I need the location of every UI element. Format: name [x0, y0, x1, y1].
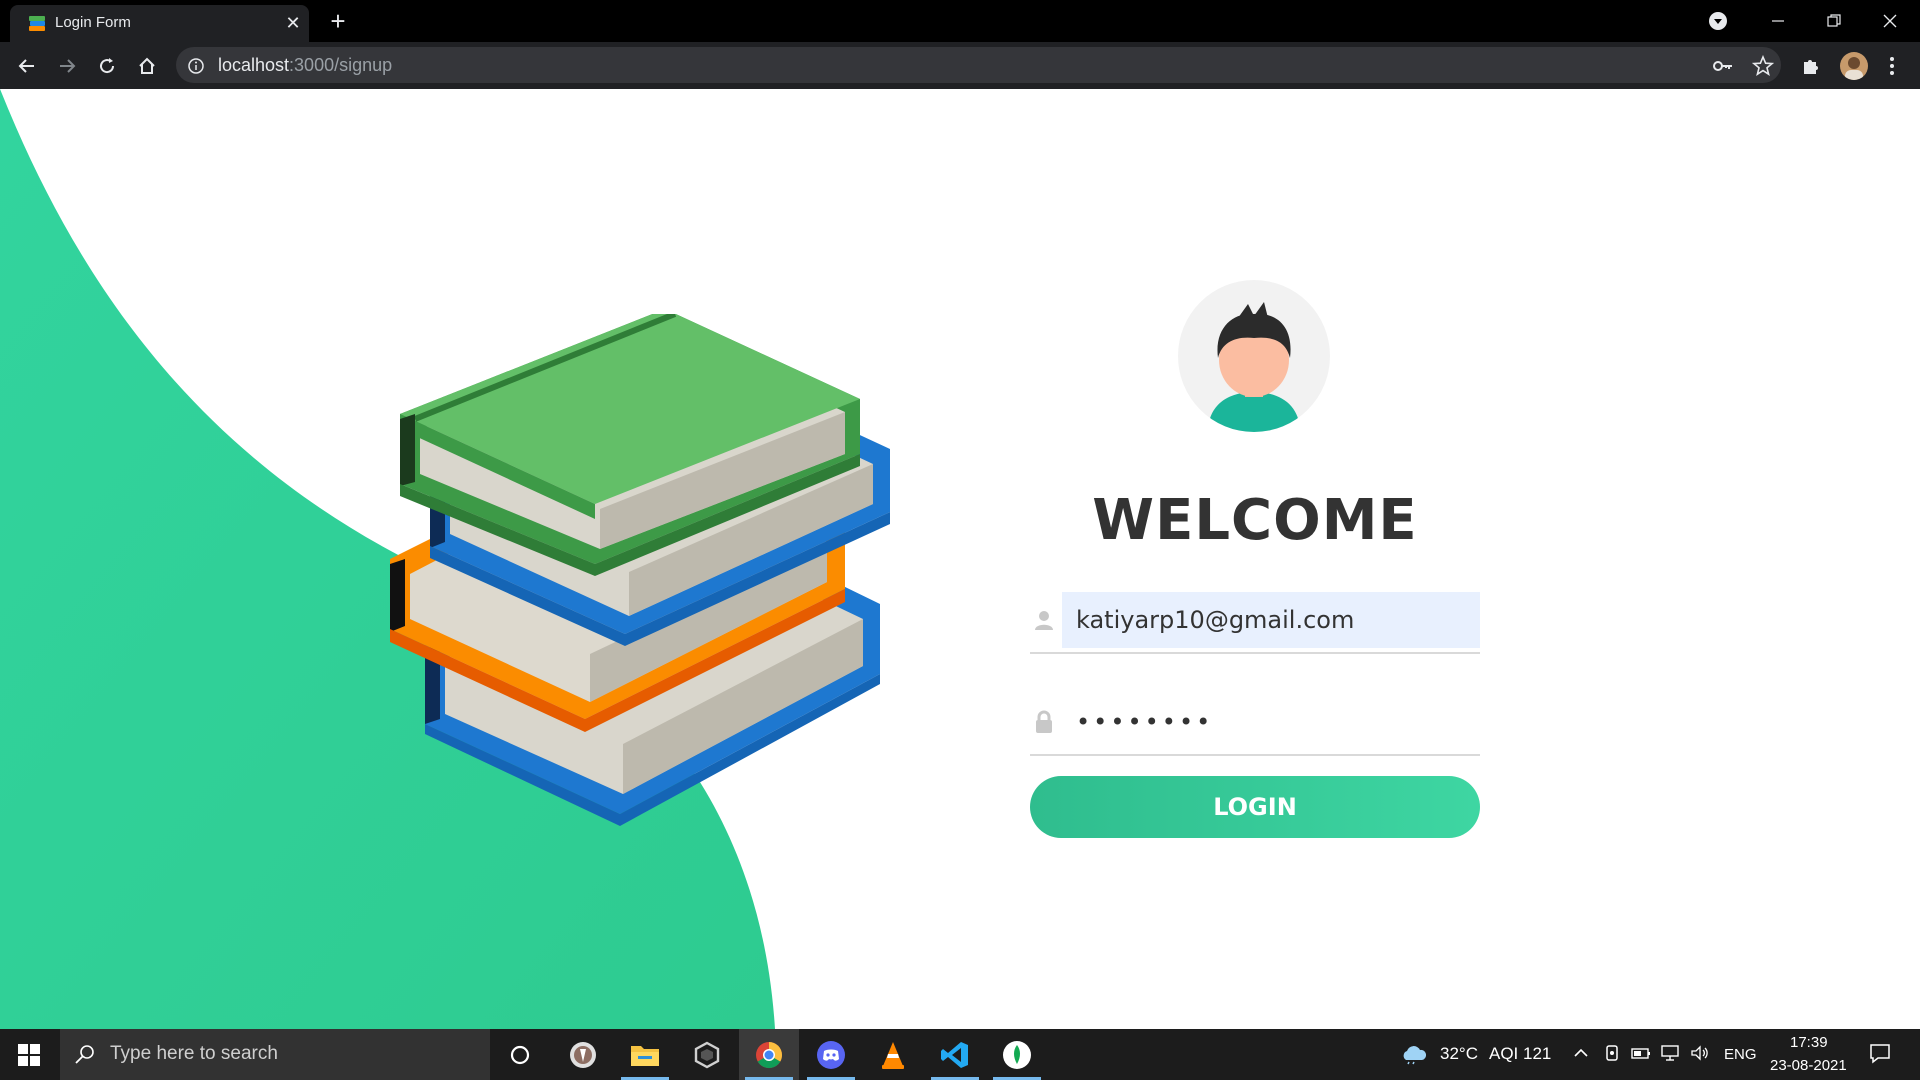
user-avatar-icon	[1178, 280, 1330, 432]
inkscape-icon	[570, 1041, 596, 1068]
taskbar-app-vscode[interactable]	[925, 1029, 985, 1080]
email-field	[1030, 588, 1480, 654]
url-host: localhost	[218, 55, 290, 75]
books-favicon-icon	[29, 16, 45, 31]
file-explorer-icon	[631, 1045, 659, 1066]
books-stack-illustration	[390, 314, 890, 826]
vlc-icon	[882, 1041, 904, 1069]
url-path: :3000/signup	[289, 55, 393, 75]
weather-temperature[interactable]: 32°C	[1440, 1044, 1478, 1064]
profile-avatar[interactable]	[1840, 52, 1868, 80]
start-button[interactable]	[0, 1029, 58, 1080]
lock-icon	[1036, 710, 1052, 733]
windows-logo-icon	[18, 1043, 40, 1066]
reload-icon[interactable]	[91, 50, 123, 82]
network-icon[interactable]	[1660, 1044, 1680, 1067]
password-field	[1030, 690, 1480, 756]
login-button[interactable]: LOGIN	[1030, 776, 1480, 838]
minimize-icon[interactable]	[1750, 0, 1806, 42]
discord-icon	[817, 1040, 845, 1069]
vscode-icon	[941, 1041, 968, 1068]
url-text[interactable]: localhost:3000/signup	[218, 55, 392, 76]
cortana-button[interactable]	[490, 1029, 550, 1080]
chrome-icon	[756, 1041, 783, 1068]
tab-close-icon[interactable]: ✕	[282, 12, 304, 34]
taskbar-app-file-explorer[interactable]	[615, 1029, 675, 1080]
new-tab-button[interactable]: +	[324, 7, 352, 35]
search-placeholder: Type here to search	[110, 1043, 278, 1064]
taskbar-app-mongodb-compass[interactable]	[987, 1029, 1047, 1080]
home-icon[interactable]	[131, 50, 163, 82]
device-icon[interactable]	[1603, 1044, 1621, 1067]
unity-icon	[694, 1041, 720, 1068]
key-icon[interactable]	[1712, 56, 1734, 76]
taskbar-app-vlc[interactable]	[863, 1029, 923, 1080]
language-indicator[interactable]: ENG	[1724, 1046, 1757, 1063]
clock-time[interactable]: 17:39	[1790, 1034, 1828, 1051]
weather-aqi[interactable]: AQI 121	[1489, 1044, 1551, 1064]
notification-center-icon[interactable]	[1869, 1042, 1891, 1069]
taskbar-app-unity[interactable]	[677, 1029, 737, 1080]
weather-cloud-icon[interactable]	[1400, 1043, 1428, 1065]
address-bar[interactable]	[176, 47, 1781, 83]
cortana-icon	[510, 1045, 530, 1064]
user-icon	[1035, 611, 1053, 630]
search-icon	[75, 1045, 94, 1064]
password-input[interactable]	[1062, 694, 1480, 750]
login-page	[0, 89, 1920, 1029]
bookmark-star-icon[interactable]	[1751, 54, 1775, 77]
welcome-heading: WELCOME	[1092, 488, 1418, 553]
tab-title: Login Form	[55, 14, 131, 31]
extensions-icon[interactable]	[1800, 55, 1822, 77]
taskbar-app-discord[interactable]	[801, 1029, 861, 1080]
battery-icon[interactable]	[1631, 1044, 1651, 1067]
site-info-icon[interactable]	[187, 57, 205, 75]
close-window-icon[interactable]	[1862, 0, 1918, 42]
mongodb-compass-icon	[1003, 1040, 1031, 1069]
chevron-up-icon[interactable]	[1572, 1044, 1590, 1067]
email-input[interactable]	[1062, 592, 1480, 648]
browser-menu-icon[interactable]	[1884, 54, 1900, 78]
media-control-icon[interactable]	[1706, 9, 1730, 33]
taskbar-app-inkscape[interactable]	[553, 1029, 613, 1080]
clock-date[interactable]: 23-08-2021	[1770, 1057, 1847, 1074]
volume-icon[interactable]	[1690, 1044, 1710, 1067]
restore-icon[interactable]	[1806, 0, 1862, 42]
browser-tab[interactable]: Login Form ✕	[10, 5, 309, 42]
taskbar-app-chrome[interactable]	[739, 1029, 799, 1080]
forward-icon[interactable]	[51, 50, 83, 82]
back-icon[interactable]	[11, 50, 43, 82]
green-wave-background	[0, 89, 775, 1029]
